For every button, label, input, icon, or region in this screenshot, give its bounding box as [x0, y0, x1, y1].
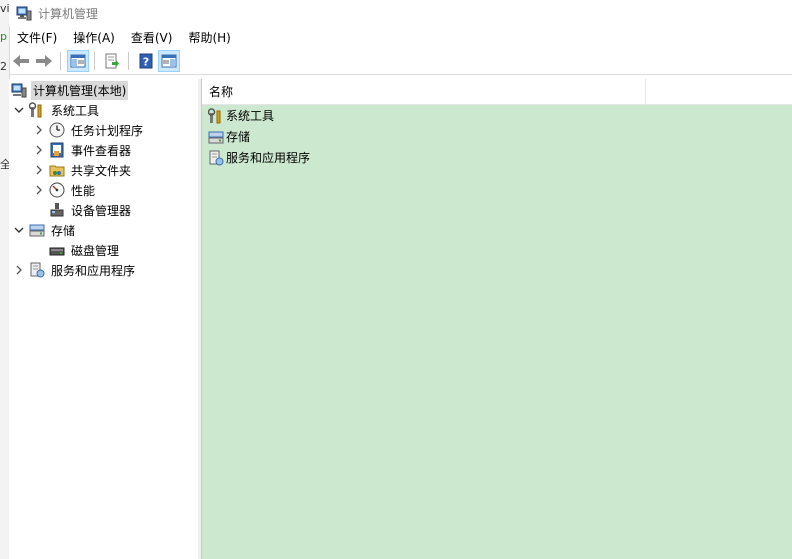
tree-item-label: 任务计划程序	[71, 123, 144, 138]
tree-item-shared-folders[interactable]: 共享文件夹	[33, 160, 133, 180]
tree-item-computer-management[interactable]: 计算机管理(本地)	[11, 80, 129, 100]
menu-file[interactable]: 文件(F)	[9, 29, 65, 46]
list-item[interactable]: 服务和应用程序	[202, 147, 792, 168]
event-viewer-icon	[50, 142, 64, 158]
show-hide-action-pane-icon	[161, 54, 177, 68]
chevron-right-icon[interactable]	[33, 124, 45, 136]
menu-action[interactable]: 操作(A)	[65, 29, 123, 46]
chevron-right-icon[interactable]	[33, 184, 45, 196]
toolbar-separator	[128, 52, 129, 70]
storage-icon	[29, 224, 45, 237]
list-item-label: 系统工具	[226, 109, 275, 123]
computer-management-icon	[11, 83, 27, 98]
column-header-name[interactable]: 名称	[202, 79, 646, 104]
edge-glyph: p	[0, 30, 7, 43]
chevron-right-icon[interactable]	[33, 164, 45, 176]
chevron-down-icon[interactable]	[13, 224, 25, 236]
tree-item-label: 性能	[71, 183, 96, 198]
tree-item-services-applications[interactable]: 服务和应用程序	[13, 260, 137, 280]
chevron-down-icon[interactable]	[13, 104, 25, 116]
show-hide-action-pane-button[interactable]	[158, 50, 180, 72]
chevron-right-icon[interactable]	[13, 264, 25, 276]
tree-item-label: 事件查看器	[71, 143, 132, 158]
list-item-label: 存储	[226, 130, 251, 144]
svg-text:?: ?	[143, 56, 149, 69]
back-arrow-icon	[13, 55, 29, 67]
toolbar: ?	[9, 48, 792, 75]
help-button[interactable]: ?	[135, 50, 157, 72]
tree-item-label: 共享文件夹	[71, 163, 132, 178]
show-hide-console-tree-button[interactable]	[67, 50, 89, 72]
toolbar-separator	[60, 52, 61, 70]
show-hide-console-tree-icon	[70, 54, 86, 68]
tree-item-storage[interactable]: 存储	[13, 220, 77, 240]
list-body[interactable]: 系统工具 存储 服务和应用程序	[202, 105, 792, 559]
window-title: 计算机管理	[38, 6, 99, 21]
details-pane[interactable]: 名称 系统工具 存储 服务和应用程序	[201, 79, 792, 559]
tools-icon	[29, 102, 42, 118]
services-icon	[30, 262, 45, 278]
title-bar[interactable]: 计算机管理	[9, 0, 792, 26]
tree-item-label: 系统工具	[51, 103, 100, 118]
tree-item-label: 设备管理器	[71, 203, 132, 218]
forward-button[interactable]	[33, 50, 55, 72]
device-manager-icon	[50, 203, 64, 217]
list-item-label: 服务和应用程序	[226, 151, 311, 165]
column-header-label: 名称	[209, 85, 234, 99]
tree-item-label: 服务和应用程序	[51, 263, 136, 278]
clock-icon	[49, 122, 65, 138]
tree-item-event-viewer[interactable]: 事件查看器	[33, 140, 133, 160]
console-tree[interactable]: 计算机管理(本地) 系统工具 任务计划程序 事件查看器 共享文件夹 性能 设备管…	[9, 79, 199, 559]
tree-item-label: 存储	[51, 223, 76, 238]
tree-item-device-manager[interactable]: 设备管理器	[49, 200, 133, 220]
toolbar-separator	[94, 52, 95, 70]
menu-view[interactable]: 查看(V)	[123, 29, 181, 46]
tree-item-label: 磁盘管理	[71, 243, 120, 258]
computer-management-icon	[16, 6, 32, 21]
storage-icon	[208, 131, 224, 143]
chevron-right-icon[interactable]	[33, 144, 45, 156]
export-list-icon	[105, 53, 119, 69]
list-item[interactable]: 系统工具	[202, 105, 792, 126]
shared-folder-icon	[49, 165, 65, 177]
edge-glyph: 2	[0, 60, 7, 73]
tree-item-label: 计算机管理(本地)	[31, 80, 129, 100]
tree-item-system-tools[interactable]: 系统工具	[13, 100, 101, 120]
tools-icon	[208, 107, 221, 123]
performance-icon	[49, 182, 65, 198]
menu-help[interactable]: 帮助(H)	[180, 29, 238, 46]
menu-bar: 文件(F) 操作(A) 查看(V) 帮助(H)	[9, 26, 792, 48]
services-icon	[209, 150, 224, 165]
list-item[interactable]: 存储	[202, 126, 792, 147]
forward-arrow-icon	[36, 55, 52, 67]
tree-item-disk-management[interactable]: 磁盘管理	[49, 240, 121, 260]
tree-item-task-scheduler[interactable]: 任务计划程序	[33, 120, 145, 140]
tree-item-performance[interactable]: 性能	[33, 180, 97, 200]
export-list-button[interactable]	[101, 50, 123, 72]
back-button[interactable]	[10, 50, 32, 72]
list-header: 名称	[202, 79, 792, 105]
help-icon: ?	[139, 53, 153, 69]
disk-icon	[49, 247, 65, 256]
